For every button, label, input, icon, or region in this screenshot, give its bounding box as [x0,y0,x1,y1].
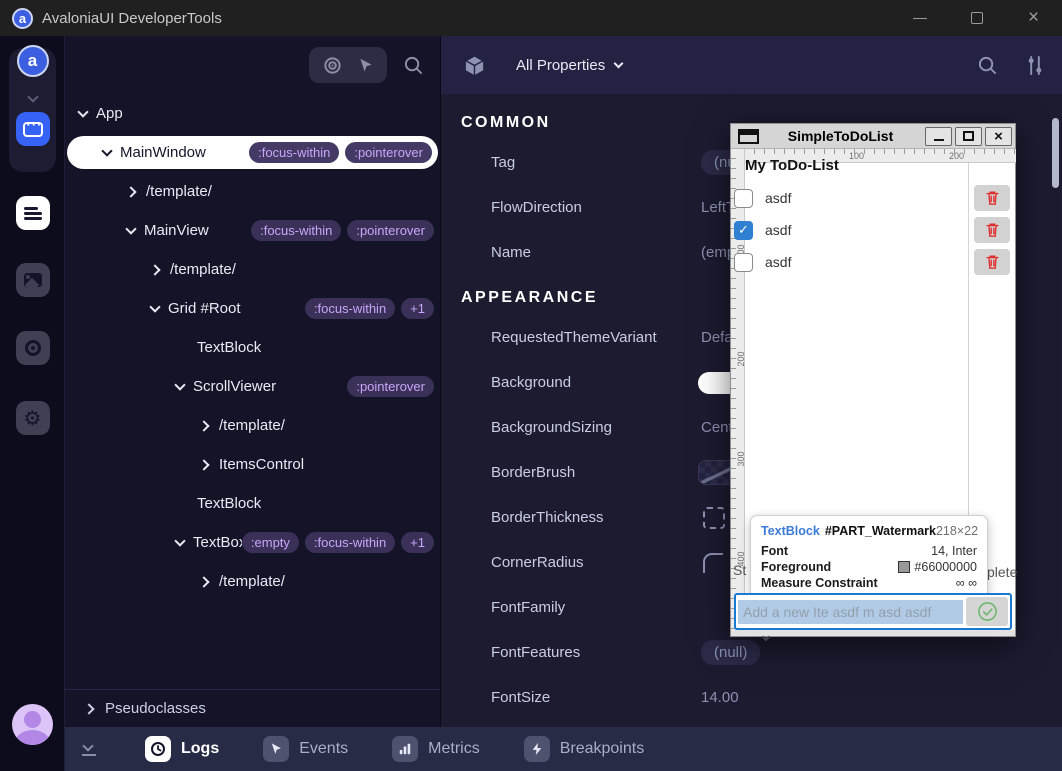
todo-checkbox[interactable] [734,189,753,208]
tree-item-grid-root[interactable]: Grid #Root :focus-within +1 [65,289,440,328]
close-button[interactable]: × [985,127,1012,146]
tree-item-mainview[interactable]: MainView :focus-within :pointerover [65,211,440,250]
foreground-color-swatch [898,561,910,573]
delete-todo-button[interactable] [974,249,1010,275]
confirm-add-button[interactable] [966,597,1008,626]
visual-tree-panel: App MainWindow :focus-within :pointerove… [65,36,440,727]
devtools-element-tooltip: TextBlock #PART_Watermark 218×22 Font 14… [750,515,988,598]
chevron-down-indicator [763,628,769,643]
simpletodolist-window: SimpleToDoList × 100 200 100 200 300 400… [730,123,1016,637]
todo-checkbox[interactable] [734,253,753,272]
target-icon[interactable] [323,56,342,75]
prop-value: (null) [701,640,760,665]
more-badge: +1 [401,298,434,319]
pseudoclass-badge: :focus-within [305,532,395,553]
tooltip-element-type: TextBlock [761,524,820,538]
cursor-icon[interactable] [357,57,374,74]
pseudoclass-badge: :pointerover [347,220,434,241]
tree-item-itemscontrol[interactable]: ItemsControl [65,445,440,484]
tab-events[interactable]: Events [263,736,348,762]
delete-todo-button[interactable] [974,217,1010,243]
properties-header: All Properties [441,36,1062,94]
chevron-down-icon [614,59,624,69]
minimize-button[interactable] [891,0,948,36]
prop-value: 14.00 [701,689,739,706]
add-todo-input[interactable]: Add a new Ite asdf m asd asdf [738,600,963,624]
chevron-down-icon[interactable] [16,90,50,104]
pseudoclasses-expander[interactable]: Pseudoclasses [65,689,440,727]
pseudoclass-badge: :focus-within [249,142,339,163]
todo-item-row: asdf [734,184,1014,212]
search-icon[interactable] [403,55,424,76]
user-avatar[interactable] [12,704,53,745]
todo-list-heading: My ToDo-List [745,157,839,174]
vertical-scrollbar-thumb[interactable] [1052,118,1059,188]
app-titlebar: a AvaloniaUI DeveloperTools × [0,0,1062,36]
tree-item-template[interactable]: /template/ [65,250,440,289]
tab-logs[interactable]: Logs [145,736,219,762]
app-title: AvaloniaUI DeveloperTools [42,10,222,27]
pseudoclass-badge: :empty [242,532,299,553]
cursor-icon [263,736,289,762]
tree-toolbar [65,36,440,94]
text-fragment-right: plete [987,564,1017,580]
pseudoclass-badge: :focus-within [251,220,341,241]
tree-item-template[interactable]: /template/ [65,172,440,211]
tree-item-scrollviewer[interactable]: ScrollViewer :pointerover [65,367,440,406]
add-todo-input-row: Add a new Ite asdf m asd asdf [734,593,1012,630]
tree-item-textbox[interactable]: TextBox :empty :focus-within +1 [65,523,440,562]
dashed-border-icon [703,507,725,529]
tree-item-textblock[interactable]: TextBlock [65,328,440,367]
left-icon-rail: a ⚙ [0,36,65,771]
text-fragment-left: St [733,562,746,578]
delete-todo-button[interactable] [974,185,1010,211]
prop-row-fontsize[interactable]: FontSize 14.00 [441,675,1062,720]
logs-list-tool-icon[interactable] [16,196,50,230]
tooltip-element-name: #PART_Watermark [825,524,936,538]
todo-window-title: SimpleToDoList [759,128,922,144]
pseudoclass-badge: :pointerover [347,376,434,397]
tab-breakpoints[interactable]: Breakpoints [524,736,645,762]
target-tool-icon[interactable] [16,331,50,365]
properties-filter-dropdown[interactable]: All Properties [516,57,605,74]
image-tool-icon[interactable] [16,263,50,297]
tree-item-template[interactable]: /template/ [65,406,440,445]
minimize-button[interactable] [925,127,952,146]
avalonia-logo-icon[interactable]: a [17,45,49,77]
tree-tool-pill [309,47,387,83]
window-bottom-strip [731,630,1015,636]
search-icon[interactable] [977,55,998,76]
window-tool-icon[interactable] [16,112,50,146]
todo-window-titlebar[interactable]: SimpleToDoList × [731,124,1015,149]
more-badge: +1 [401,532,434,553]
avalonia-logo-icon: a [12,8,33,29]
todo-item-row: asdf [734,248,1014,276]
check-circle-icon [977,601,998,622]
close-button[interactable]: × [1005,0,1062,36]
todo-item-row: ✓ asdf [734,216,1014,244]
tree-item-app[interactable]: App [65,94,440,133]
tree-item-mainwindow[interactable]: MainWindow :focus-within :pointerover [67,136,438,169]
tab-metrics[interactable]: Metrics [392,736,480,762]
pseudoclass-badge: :focus-within [305,298,395,319]
collapse-panel-icon[interactable] [79,740,101,758]
bar-chart-icon [392,736,418,762]
cube-icon [463,54,486,77]
tree-item-textblock[interactable]: TextBlock [65,484,440,523]
window-icon [738,129,759,144]
rail-divider [64,36,65,771]
maximize-button[interactable] [955,127,982,146]
bottom-tab-bar: Logs Events Metrics Breakpoints [65,727,1062,771]
settings-gear-icon[interactable]: ⚙ [16,401,50,435]
pseudoclass-badge: :pointerover [345,142,432,163]
maximize-button[interactable] [948,0,1005,36]
tooltip-element-size: 218×22 [936,524,978,538]
clock-icon [145,736,171,762]
corner-radius-icon [703,553,723,573]
tune-sliders-icon[interactable] [1026,55,1044,76]
lightning-icon [524,736,550,762]
todo-checkbox-checked[interactable]: ✓ [734,221,753,240]
tree-item-template[interactable]: /template/ [65,562,440,601]
